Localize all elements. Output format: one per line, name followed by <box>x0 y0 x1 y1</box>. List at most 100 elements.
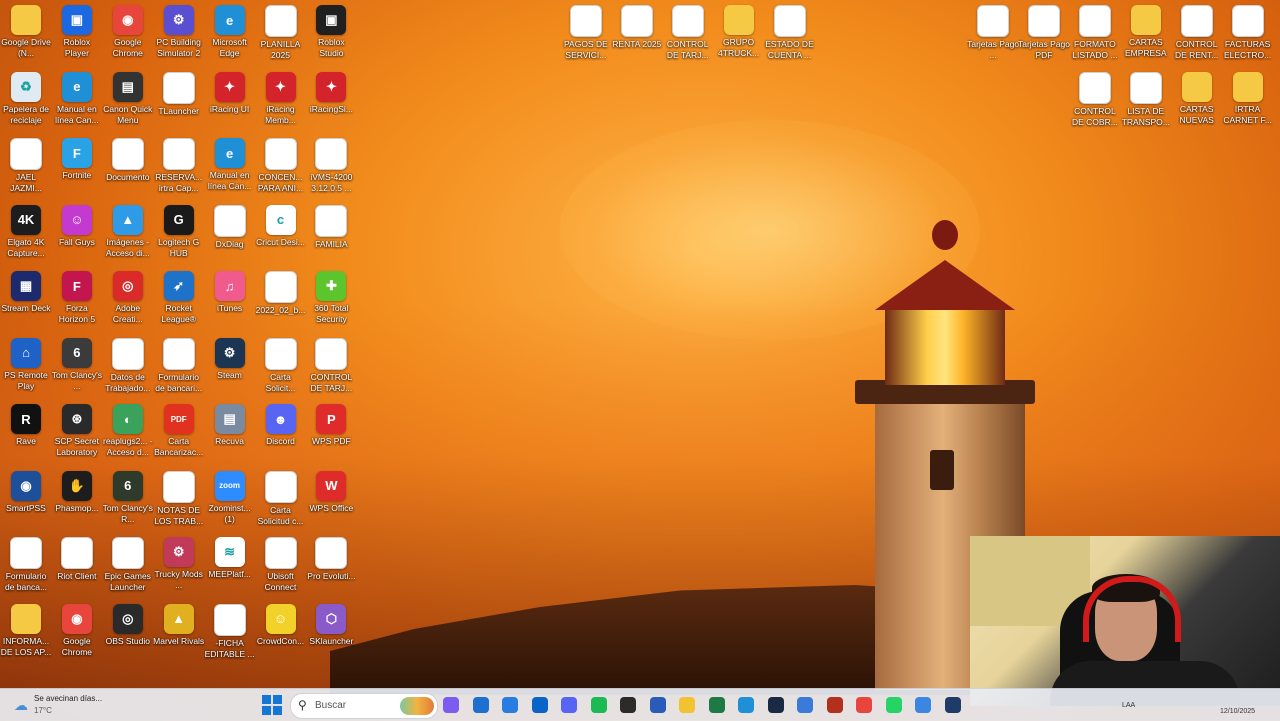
desktop-icon[interactable]: ✦ iRacing UI <box>204 69 256 133</box>
desktop-icon[interactable]: CARTAS NUEVAS <box>1171 69 1223 133</box>
desktop-icon[interactable]: ♫ iTunes <box>204 268 256 332</box>
desktop-icon[interactable]: ▣ Roblox Player <box>51 2 103 66</box>
app-dark-icon[interactable] <box>767 697 784 713</box>
desktop-icon[interactable]: LISTA DE TRANSPO... <box>1120 69 1172 133</box>
mail-icon[interactable] <box>472 697 489 713</box>
excel-icon[interactable] <box>708 697 725 713</box>
copilot-icon[interactable] <box>443 697 459 713</box>
desktop-icon[interactable]: INFORMA... DE LOS AP... <box>0 601 52 665</box>
desktop-icon[interactable]: ▤ Recuva <box>204 401 256 465</box>
desktop-icon[interactable]: R Rave <box>0 401 52 465</box>
desktop-icon[interactable]: ▲ Marvel Rivals <box>153 601 205 665</box>
desktop-icon[interactable]: iVMS-4200 3.12.0.5 ... <box>305 135 357 199</box>
desktop-icon[interactable]: ◉ SmartPSS <box>0 468 52 532</box>
desktop-icon[interactable]: ☺ CrowdCon... <box>255 601 307 665</box>
desktop-icon[interactable]: 4K Elgato 4K Capture... <box>0 202 52 266</box>
desktop-icon[interactable]: 6 Tom Clancy's R... <box>102 468 154 532</box>
desktop-icon[interactable]: DxDiag <box>204 202 256 266</box>
spotify-icon[interactable] <box>590 697 607 713</box>
desktop-icon[interactable]: ▦ Stream Deck <box>0 268 52 332</box>
desktop-icon[interactable]: RESERVA... irtra Cap... <box>153 135 205 199</box>
desktop-icon[interactable]: ✦ iRacing Memb... <box>255 69 307 133</box>
desktop-icon[interactable]: e Manual en línea Can... <box>204 135 256 199</box>
desktop-icon[interactable]: F Fortnite <box>51 135 103 199</box>
desktop-icon[interactable]: ⊛ SCP Secret Laboratory <box>51 401 103 465</box>
word-icon[interactable] <box>649 697 666 713</box>
desktop-icon[interactable]: ⌂ PS Remote Play <box>0 335 52 399</box>
desktop-icon[interactable]: GRUPO 4TRUCK... <box>713 2 765 66</box>
desktop-icon[interactable]: FACTURAS ELECTRO... <box>1222 2 1274 66</box>
app-window-icon[interactable] <box>797 697 813 713</box>
desktop-icon[interactable]: c Cricut Desi... <box>255 202 307 266</box>
desktop-icon[interactable]: PLANILLA 2025 <box>255 2 307 66</box>
whatsapp-icon[interactable] <box>885 697 902 713</box>
desktop-icon[interactable]: ▤ Canon Quick Menu <box>102 69 154 133</box>
desktop-icon[interactable]: CARTAS EMPRESA <box>1120 2 1172 66</box>
desktop-icon[interactable]: ◉ Google Chrome <box>51 601 103 665</box>
desktop-icon[interactable]: ◉ Google Chrome <box>102 2 154 66</box>
desktop-icon[interactable]: -FICHA EDITABLE ... <box>204 601 256 665</box>
desktop-icon[interactable]: Epic Games Launcher <box>102 534 154 598</box>
desktop-icon[interactable]: ESTADO DE CUENTA ... <box>764 2 816 66</box>
discord-icon[interactable] <box>561 697 577 713</box>
desktop-icon[interactable]: Documento <box>102 135 154 199</box>
desktop-icon[interactable]: CONTROL DE COBR... <box>1069 69 1121 133</box>
tray-language[interactable]: LAA <box>1122 702 1135 709</box>
outlook-icon[interactable] <box>531 697 548 713</box>
desktop-icon[interactable]: Tarjetas Pago PDF <box>1018 2 1070 66</box>
desktop-icon[interactable]: ▲ Imágenes - Acceso di... <box>102 202 154 266</box>
desktop-icon[interactable]: ◐ reaplugs2... - Acceso d... <box>102 401 154 465</box>
desktop-icon[interactable]: IRTRA CARNET F... <box>1222 69 1274 133</box>
desktop-icon[interactable]: CONTROL DE RENT... <box>1171 2 1223 66</box>
desktop-icon[interactable]: Google Drive (N... <box>0 2 52 66</box>
desktop-icon[interactable]: e Manual en línea Can... <box>51 69 103 133</box>
photoshop-icon[interactable] <box>944 697 961 713</box>
desktop-icon[interactable]: Ubisoft Connect <box>255 534 307 598</box>
desktop-icon[interactable]: JAEL JAZMI... <box>0 135 52 199</box>
desktop-icon[interactable]: PDF Carta Bancarizac... <box>153 401 205 465</box>
desktop-icon[interactable]: ⚙ Steam <box>204 335 256 399</box>
desktop-icon[interactable]: zoom Zoominst... (1) <box>204 468 256 532</box>
illustrator-icon[interactable] <box>826 697 843 713</box>
desktop-icon[interactable]: Formulario de bancari... <box>153 335 205 399</box>
desktop-icon[interactable]: ◎ Adobe Creati... <box>102 268 154 332</box>
desktop-icon[interactable]: FORMATO LISTADO ... <box>1069 2 1121 66</box>
edge-icon[interactable] <box>738 697 754 713</box>
desktop-icon[interactable]: ✋ Phasmop... <box>51 468 103 532</box>
desktop-icon[interactable]: ⚙ PC Building Simulator 2 <box>153 2 205 66</box>
desktop-icon[interactable]: ➶ Rocket League® <box>153 268 205 332</box>
desktop-icon[interactable]: W WPS Office <box>305 468 357 532</box>
start-button[interactable] <box>262 695 282 715</box>
desktop-icon[interactable]: 2022_02_b... <box>255 268 307 332</box>
desktop-icon[interactable]: F Forza Horizon 5 <box>51 268 103 332</box>
store-icon[interactable] <box>502 697 518 713</box>
desktop-icon[interactable]: Pro Evoluti... <box>305 534 357 598</box>
desktop-icon[interactable]: ☺ Fall Guys <box>51 202 103 266</box>
tray-date[interactable]: 12/10/2025 <box>1220 708 1255 715</box>
desktop-icon[interactable]: P WPS PDF <box>305 401 357 465</box>
obs-icon[interactable] <box>620 697 636 713</box>
desktop-icon[interactable]: Formulario de banca... <box>0 534 52 598</box>
desktop-icon[interactable]: ◎ OBS Studio <box>102 601 154 665</box>
desktop-icon[interactable]: ✦ iRacingSi... <box>305 69 357 133</box>
desktop-icon[interactable]: CONCEN... PARA ANI... <box>255 135 307 199</box>
taskbar-search[interactable]: ⚲ Buscar <box>290 693 438 719</box>
desktop-icon[interactable]: CONTROL DE TARJ... <box>305 335 357 399</box>
desktop-icon[interactable]: ♻ Papelera de reciclaje <box>0 69 52 133</box>
desktop-icon[interactable]: Datos de Trabajado... <box>102 335 154 399</box>
desktop-icon[interactable]: Carta Solicitud c... <box>255 468 307 532</box>
desktop-icon[interactable]: G Logitech G HUB <box>153 202 205 266</box>
desktop-icon[interactable]: PAGOS DE SERVICI... <box>560 2 612 66</box>
desktop-icon[interactable]: e Microsoft Edge <box>204 2 256 66</box>
desktop-icon[interactable]: RENTA 2025 <box>611 2 663 66</box>
chrome-icon[interactable] <box>856 697 872 713</box>
desktop-icon[interactable]: Carta Solicit... <box>255 335 307 399</box>
desktop-icon[interactable]: ✚ 360 Total Security <box>305 268 357 332</box>
desktop-icon[interactable]: 6 Tom Clancy's ... <box>51 335 103 399</box>
desktop-icon[interactable]: ▣ Roblox Studio <box>305 2 357 66</box>
weather-widget[interactable]: ☁ Se avecinan días... 17°C <box>10 693 140 717</box>
explorer-icon[interactable] <box>679 697 695 713</box>
desktop-icon[interactable]: Riot Client <box>51 534 103 598</box>
desktop-icon[interactable]: ⬡ SKlauncher <box>305 601 357 665</box>
desktop-icon[interactable]: TLauncher <box>153 69 205 133</box>
